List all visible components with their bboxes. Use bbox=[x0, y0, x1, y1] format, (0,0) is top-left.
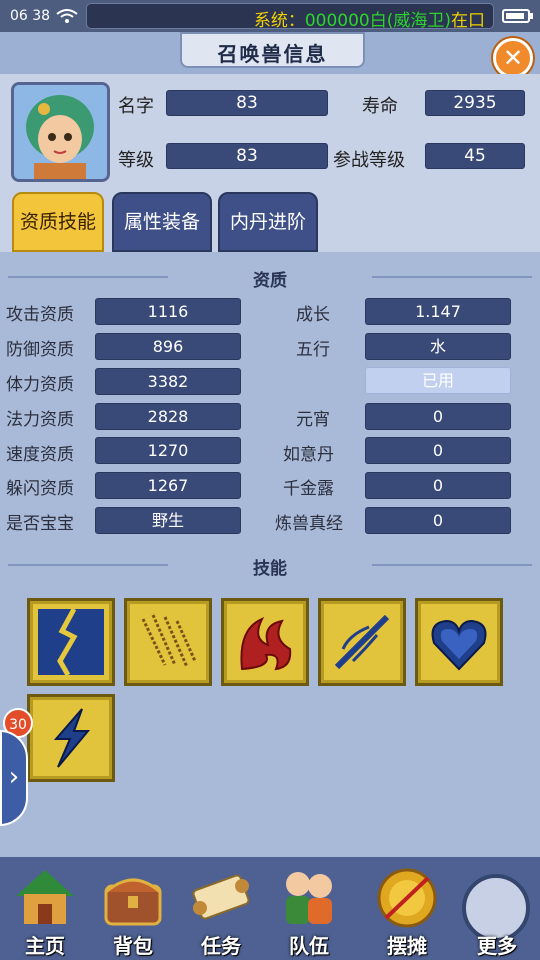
nav-stall-label: 摆摊 bbox=[387, 934, 427, 958]
yuanxiao-label: 元宵 bbox=[296, 410, 330, 430]
battle-level-label: 参战等级 bbox=[333, 150, 405, 171]
name-field[interactable]: 83 bbox=[166, 90, 328, 116]
nav-more[interactable]: 更多 bbox=[454, 862, 540, 960]
nav-more-label: 更多 bbox=[477, 934, 517, 958]
life-field: 2935 bbox=[425, 90, 525, 116]
treasure-chest-icon bbox=[104, 878, 162, 926]
tab-inner-core[interactable]: 内丹进阶 bbox=[218, 192, 318, 252]
system-message: 系统：000000白(威海卫)在口 bbox=[254, 6, 485, 31]
lightning-bolt-icon bbox=[53, 708, 91, 768]
nav-quest[interactable]: 任务 bbox=[178, 862, 264, 960]
divider bbox=[372, 276, 532, 278]
magic-aptitude-value: 2828 bbox=[95, 403, 241, 430]
attack-aptitude-label: 攻击资质 bbox=[6, 305, 74, 325]
defense-aptitude-label: 防御资质 bbox=[6, 340, 74, 360]
nav-team[interactable]: 队伍 bbox=[266, 862, 352, 960]
tab-attributes-equipment[interactable]: 属性装备 bbox=[112, 192, 212, 252]
tab-aptitude-skills[interactable]: 资质技能 bbox=[12, 192, 104, 252]
system-message-bar[interactable]: 系统：000000白(威海卫)在口 bbox=[86, 3, 494, 31]
speed-aptitude-value: 1270 bbox=[95, 437, 241, 464]
divider bbox=[372, 564, 532, 566]
growth-label: 成长 bbox=[296, 305, 330, 325]
element-label: 五行 bbox=[296, 340, 330, 360]
system-message-tail: 在口 bbox=[451, 11, 485, 31]
nav-team-label: 队伍 bbox=[289, 934, 329, 958]
wind-lines-icon bbox=[141, 614, 197, 668]
page-title: 召唤兽信息 bbox=[217, 42, 328, 66]
heart-shield-icon bbox=[431, 619, 487, 671]
house-icon bbox=[16, 870, 74, 924]
nav-bag[interactable]: 背包 bbox=[90, 862, 176, 960]
ruyidan-value: 0 bbox=[365, 437, 511, 464]
skill-slot-5[interactable] bbox=[415, 598, 503, 686]
skill-slot-4[interactable] bbox=[318, 598, 406, 686]
skill-slot-1[interactable] bbox=[27, 598, 115, 686]
system-message-main: 000000白(威海卫) bbox=[304, 11, 451, 31]
scroll-icon bbox=[192, 874, 250, 920]
stamina-aptitude-label: 体力资质 bbox=[6, 375, 74, 395]
battery-icon bbox=[502, 9, 530, 23]
yuanxiao-value: 0 bbox=[365, 403, 511, 430]
spear-strike-icon bbox=[334, 614, 390, 670]
chevron-right-icon: › bbox=[8, 762, 20, 792]
ruyidan-label: 如意丹 bbox=[283, 445, 334, 465]
aptitude-heading: 资质 bbox=[253, 271, 287, 291]
lianshou-zhenjing-value: 0 bbox=[365, 507, 511, 534]
speed-aptitude-label: 速度资质 bbox=[6, 445, 74, 465]
growth-value: 1.147 bbox=[365, 298, 511, 325]
magic-aptitude-label: 法力资质 bbox=[6, 410, 74, 430]
dodge-aptitude-value: 1267 bbox=[95, 472, 241, 499]
battery-tip bbox=[530, 13, 533, 19]
is-baby-label: 是否宝宝 bbox=[6, 514, 74, 534]
system-message-prefix: 系统： bbox=[253, 11, 305, 31]
close-icon: ✕ bbox=[502, 44, 524, 72]
pet-avatar[interactable] bbox=[11, 82, 110, 182]
dodge-aptitude-label: 躲闪资质 bbox=[6, 479, 74, 499]
nav-bag-label: 背包 bbox=[113, 934, 153, 958]
divider bbox=[8, 564, 168, 566]
nav-home-label: 主页 bbox=[25, 934, 65, 958]
clock: 06 38 bbox=[10, 8, 51, 24]
team-icon bbox=[286, 872, 332, 924]
life-label: 寿命 bbox=[362, 96, 398, 117]
qianjinlu-label: 千金露 bbox=[283, 479, 334, 499]
nav-stall[interactable]: 摆摊 bbox=[364, 862, 450, 960]
skill-slot-3[interactable] bbox=[221, 598, 309, 686]
nav-quest-label: 任务 bbox=[201, 934, 241, 958]
pet-portrait-icon bbox=[14, 85, 107, 179]
lightning-crack-icon bbox=[38, 609, 104, 675]
level-label: 等级 bbox=[118, 150, 154, 171]
side-expand-button[interactable]: › bbox=[0, 730, 28, 826]
element-value: 水 bbox=[365, 333, 511, 360]
nav-home[interactable]: 主页 bbox=[2, 862, 88, 960]
used-indicator: 已用 bbox=[365, 367, 511, 394]
coin-icon bbox=[377, 868, 437, 928]
skill-slot-6[interactable] bbox=[27, 694, 115, 782]
defense-aptitude-value: 896 bbox=[95, 333, 241, 360]
stamina-aptitude-value: 3382 bbox=[95, 368, 241, 395]
close-button[interactable]: ✕ bbox=[493, 38, 533, 78]
is-baby-value: 野生 bbox=[95, 507, 241, 534]
wifi-icon bbox=[56, 9, 78, 23]
attack-aptitude-value: 1116 bbox=[95, 298, 241, 325]
level-field: 83 bbox=[166, 143, 328, 169]
skills-heading: 技能 bbox=[253, 559, 287, 579]
divider bbox=[8, 276, 168, 278]
lianshou-zhenjing-label: 炼兽真经 bbox=[275, 514, 343, 534]
name-label: 名字 bbox=[118, 96, 154, 117]
qianjinlu-value: 0 bbox=[365, 472, 511, 499]
battle-level-field: 45 bbox=[425, 143, 525, 169]
status-bar: 06 38 系统：000000白(威海卫)在口 bbox=[0, 0, 540, 32]
flame-swirl-icon bbox=[240, 617, 292, 671]
title-plaque: 召唤兽信息 bbox=[180, 32, 365, 68]
skill-slot-2[interactable] bbox=[124, 598, 212, 686]
